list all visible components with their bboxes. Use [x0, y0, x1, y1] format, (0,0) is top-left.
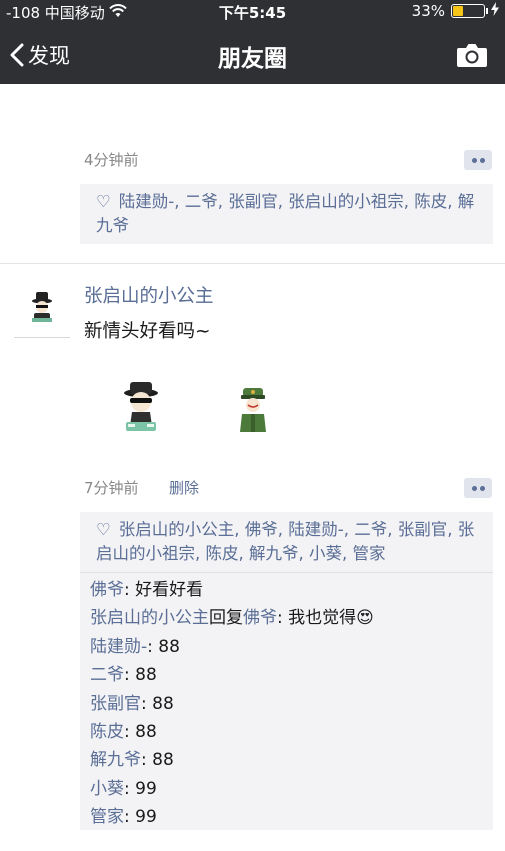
comment-item[interactable]: 管家: 99 [90, 803, 483, 831]
comment-text: : 88 [147, 636, 180, 657]
comment-author[interactable]: 张启山的小公主 [90, 608, 209, 628]
likes-box: ♡ 陆建勋-, 二爷, 张副官, 张启山的小祖宗, 陈皮, 解九爷 [80, 184, 493, 244]
comments-list: 佛爷: 好看好看 张启山的小公主回复佛爷: 我也觉得😍 陆建勋-: 88 二爷:… [80, 572, 493, 835]
comment-text: : 99 [124, 778, 157, 799]
likes-names[interactable]: 陆建勋-, 二爷, 张副官, 张启山的小祖宗, 陈皮, 解九爷 [96, 192, 474, 235]
battery-icon [451, 4, 488, 18]
comment-author[interactable]: 管家 [90, 807, 124, 827]
comment-item[interactable]: 陈皮: 88 [90, 718, 483, 746]
avatar[interactable] [14, 280, 70, 338]
sticker-image-mafia[interactable] [118, 380, 164, 440]
comment-item[interactable]: 小葵: 99 [90, 775, 483, 803]
more-dots-icon[interactable] [464, 478, 492, 498]
comment-author[interactable]: 解九爷 [90, 750, 141, 770]
header: -108 中国移动 下午5:45 33% 发现 朋友圈 [0, 0, 505, 84]
battery-percent: 33% [411, 2, 445, 20]
comment-item[interactable]: 陆建勋-: 88 [90, 633, 483, 661]
delete-button[interactable]: 删除 [169, 477, 199, 498]
comment-item[interactable]: 张副官: 88 [90, 690, 483, 718]
comment-text: : 99 [124, 807, 157, 828]
likes-box: ♡ 张启山的小公主, 佛爷, 陆建勋-, 二爷, 张副官, 张启山的小祖宗, 陈皮… [80, 512, 493, 830]
status-bar: -108 中国移动 下午5:45 33% [0, 0, 505, 22]
comment-author[interactable]: 二爷 [90, 665, 124, 685]
comment-reply-to[interactable]: 佛爷 [243, 608, 277, 628]
comment-author[interactable]: 张副官 [90, 694, 141, 714]
post-divider [0, 263, 505, 264]
post-text: 新情头好看吗~ [84, 321, 211, 342]
likes-names[interactable]: 张启山的小公主, 佛爷, 陆建勋-, 二爷, 张副官, 张启山的小祖宗, 陈皮,… [96, 520, 474, 563]
comment-text: : 好看好看 [124, 580, 204, 600]
camera-icon[interactable] [456, 42, 488, 72]
nav-bar: 发现 朋友圈 [0, 24, 505, 84]
charging-bolt-icon [491, 2, 499, 20]
comment-text: : 88 [141, 693, 174, 714]
sticker-image-officer[interactable] [236, 384, 270, 440]
comment-author[interactable]: 佛爷 [90, 580, 124, 600]
comment-author[interactable]: 陈皮 [90, 722, 124, 742]
comment-item[interactable]: 张启山的小公主回复佛爷: 我也觉得😍 [90, 604, 483, 632]
post-time: 7分钟前 [84, 479, 139, 497]
post-author[interactable]: 张启山的小公主 [84, 282, 214, 308]
comment-text: : 88 [124, 665, 157, 686]
comment-item[interactable]: 解九爷: 88 [90, 746, 483, 774]
comment-text: : 88 [141, 750, 174, 771]
comment-author[interactable]: 小葵 [90, 779, 124, 799]
post-time: 4分钟前 [84, 151, 139, 169]
page-title: 朋友圈 [218, 46, 287, 72]
comment-text: : 我也觉得😍 [277, 608, 374, 629]
more-dots-icon[interactable] [464, 150, 492, 170]
likes-list: ♡ 陆建勋-, 二爷, 张副官, 张启山的小祖宗, 陈皮, 解九爷 [80, 184, 493, 244]
likes-list: ♡ 张启山的小公主, 佛爷, 陆建勋-, 二爷, 张副官, 张启山的小祖宗, 陈皮… [80, 512, 493, 572]
heart-icon: ♡ [96, 520, 111, 539]
comment-item[interactable]: 佛爷: 好看好看 [90, 576, 483, 604]
heart-icon: ♡ [96, 192, 111, 211]
comment-text: : 88 [124, 722, 157, 743]
comment-author[interactable]: 陆建勋- [90, 637, 147, 657]
comment-reply-word: 回复 [209, 608, 243, 629]
comment-item[interactable]: 二爷: 88 [90, 661, 483, 689]
